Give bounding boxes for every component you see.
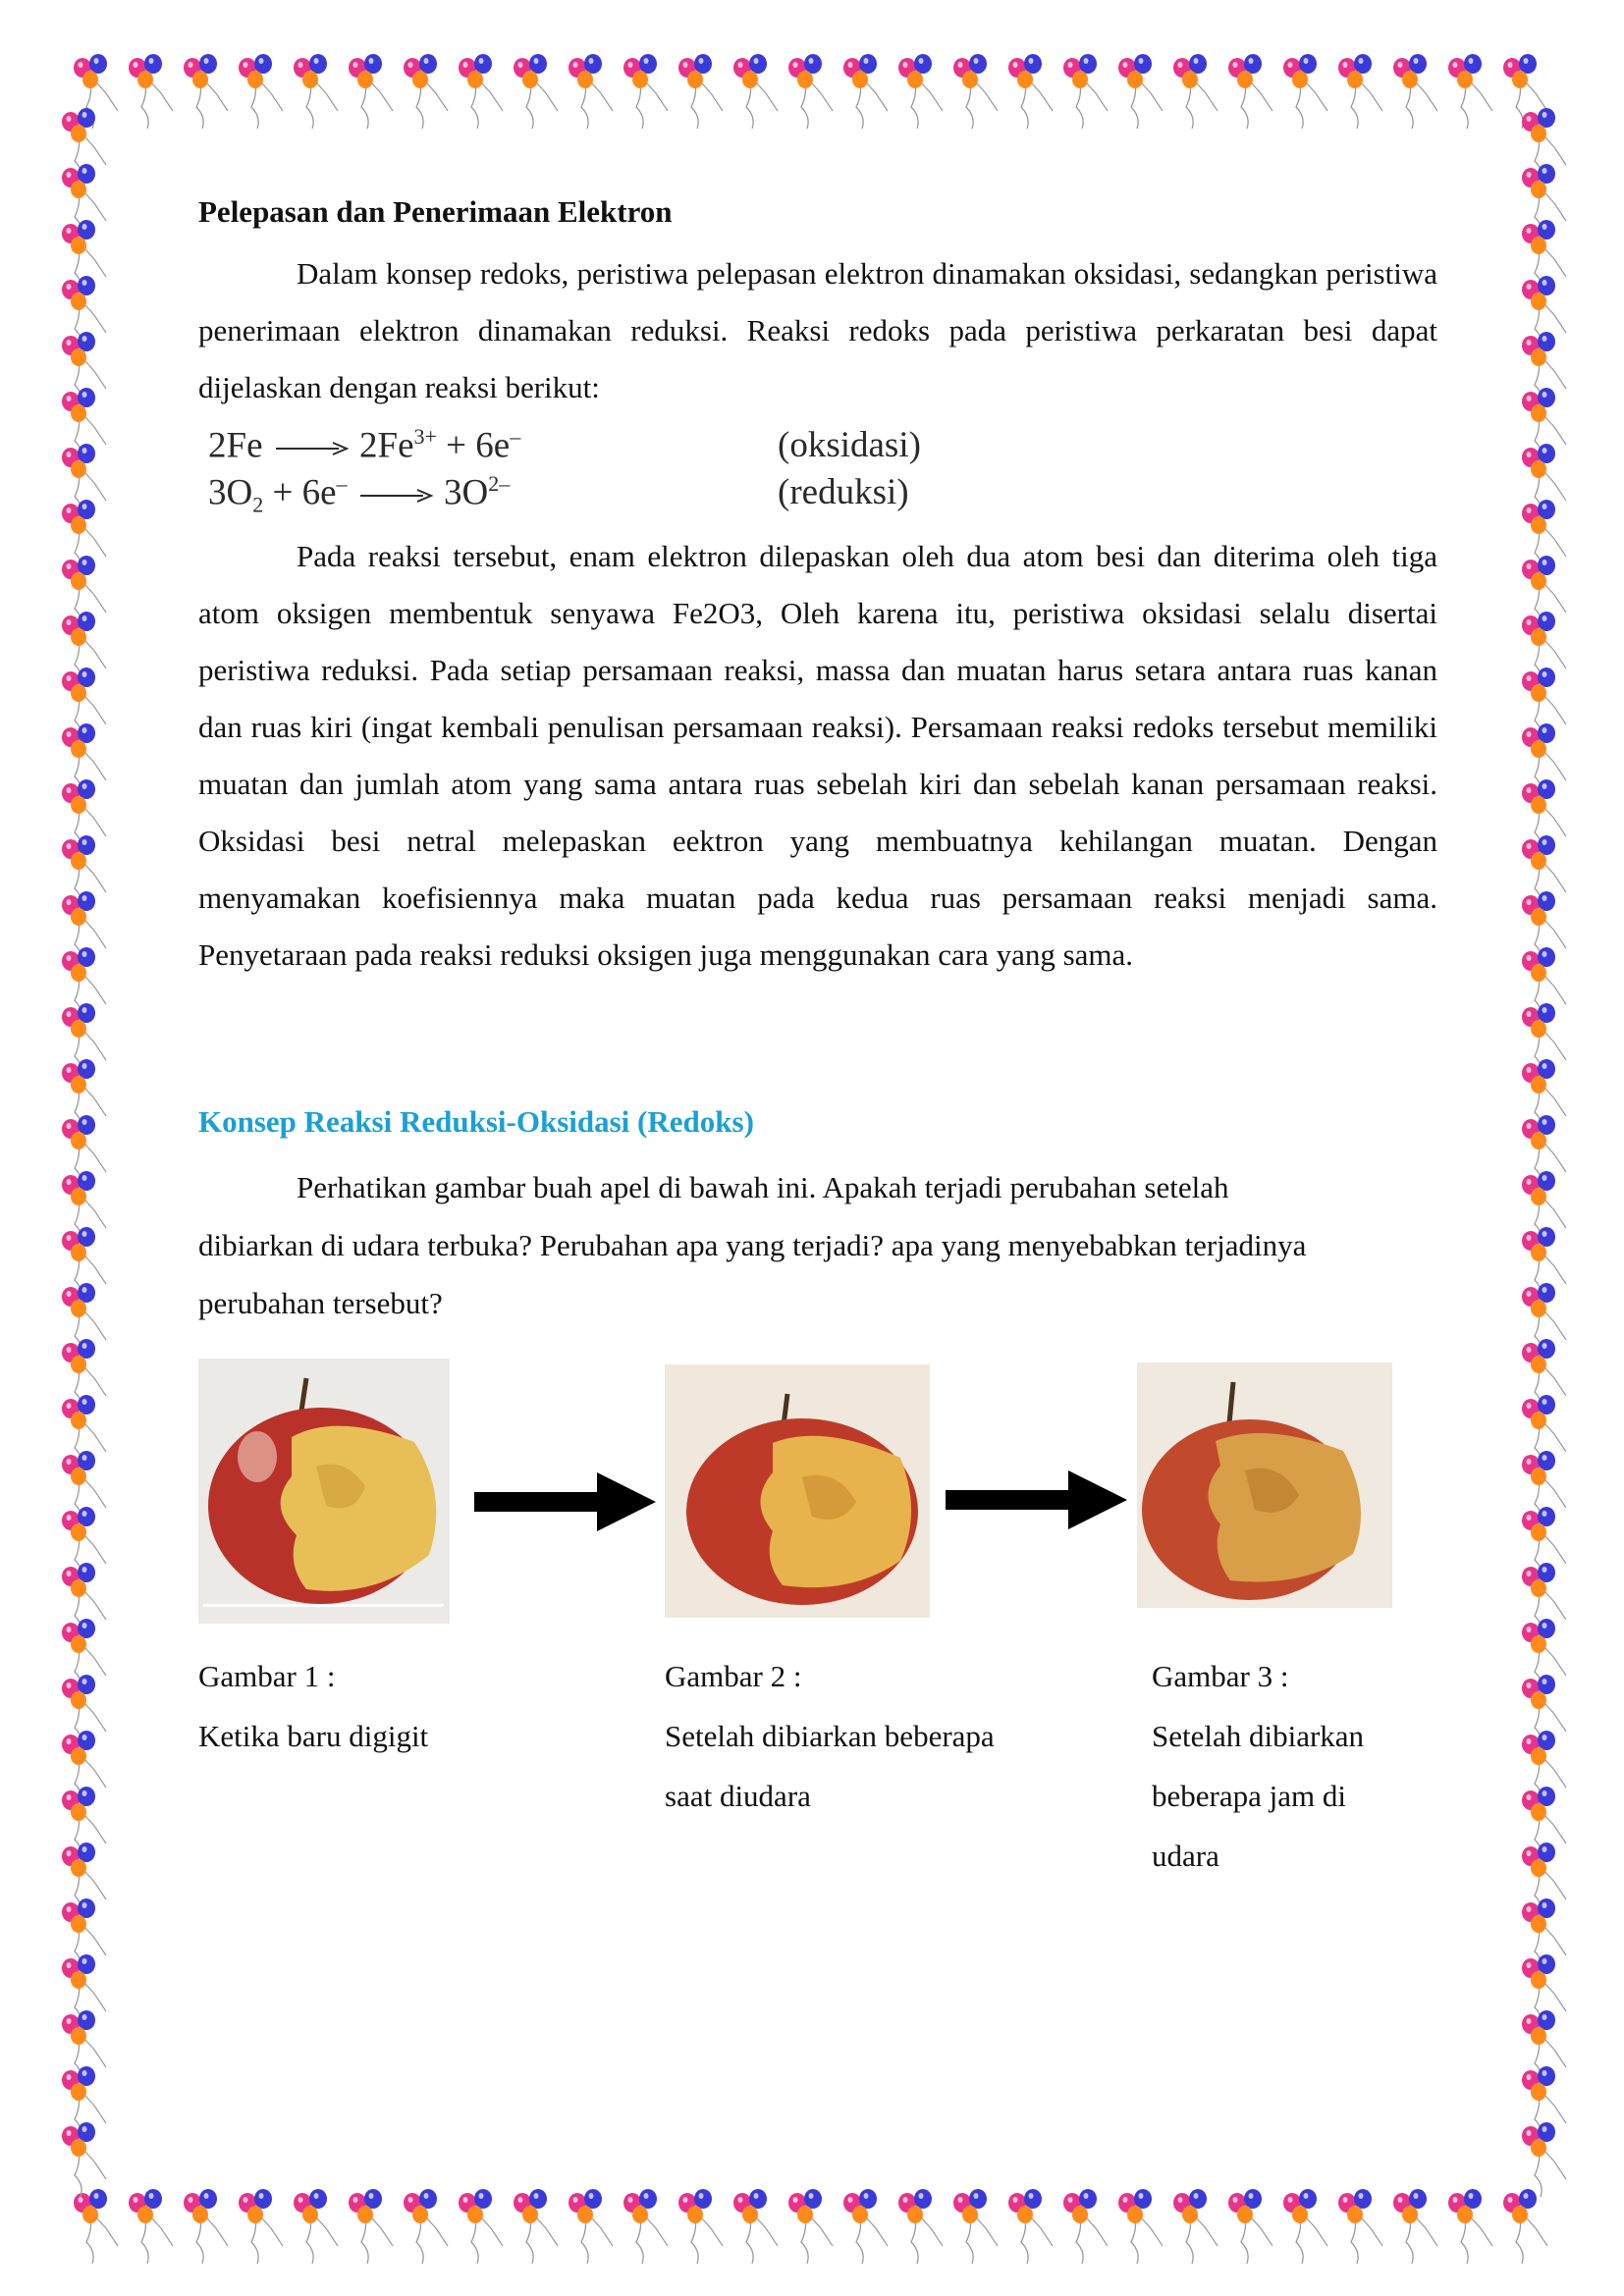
figure-desc-3-line-1: Setelah dibiarkan — [1152, 1719, 1365, 1753]
figure-caption-1: Gambar 1 : Ketika baru digigit — [198, 1646, 428, 1766]
eq2-product: 3O — [444, 472, 489, 513]
apple-photo-2 — [665, 1364, 930, 1618]
balloon-icon — [238, 53, 284, 130]
paragraph-explanation-text: Pada reaksi tersebut, enam elektron dile… — [198, 539, 1437, 972]
eq2-product-charge: 2– — [488, 471, 511, 496]
balloon-icon — [1337, 53, 1383, 130]
balloon-icon — [348, 53, 394, 130]
balloon-icon — [513, 2188, 559, 2265]
balloon-icon — [348, 2188, 394, 2265]
equation-oxidation-label: (oksidasi) — [778, 425, 921, 465]
balloon-icon — [1502, 2188, 1548, 2265]
balloon-icon — [458, 2188, 504, 2265]
balloon-icon — [73, 2188, 119, 2265]
balloon-icon — [1172, 2188, 1218, 2265]
balloon-icon — [623, 53, 669, 130]
figure-caption-2: Gambar 2 : Setelah dibiarkan beberapa sa… — [665, 1646, 995, 1826]
eq2-electrons: + 6e — [263, 472, 337, 513]
apple-photo-3 — [1137, 1362, 1392, 1608]
balloon-icon — [897, 53, 944, 130]
question-line-1: Perhatikan gambar buah apel di bawah ini… — [198, 1158, 1437, 1216]
balloon-icon — [1172, 53, 1218, 130]
figure-desc-2-line-1: Setelah dibiarkan beberapa — [665, 1719, 995, 1753]
balloon-icon — [1282, 2188, 1328, 2265]
equation-reduction: 3O2 + 6e– 3O2– — [208, 471, 510, 518]
balloon-icon — [732, 2188, 779, 2265]
balloon-icon — [293, 2188, 339, 2265]
section-heading: Pelepasan dan Penerimaan Elektron — [198, 194, 673, 229]
figure-title-1: Gambar 1 : — [198, 1659, 336, 1693]
paragraph-explanation: Pada reaksi tersebut, enam elektron dile… — [198, 528, 1437, 984]
balloon-icon — [677, 53, 724, 130]
figure-desc-3-line-3: udara — [1152, 1839, 1219, 1873]
balloon-icon — [787, 2188, 834, 2265]
balloon-icon — [403, 2188, 449, 2265]
balloon-icon — [842, 2188, 889, 2265]
eq1-product: 2Fe — [359, 425, 414, 466]
balloon-icon — [238, 2188, 284, 2265]
balloon-icon — [568, 2188, 614, 2265]
balloon-icon — [61, 2121, 107, 2198]
figure-desc-1-line-1: Ketika baru digigit — [198, 1719, 429, 1753]
balloon-icon — [1227, 2188, 1273, 2265]
balloon-icon — [458, 53, 504, 130]
paragraph-question: Perhatikan gambar buah apel di bawah ini… — [198, 1158, 1437, 1332]
eq2-electron-charge: – — [336, 471, 348, 496]
eq1-product-charge: 3+ — [413, 424, 437, 449]
arrow-icon — [474, 1472, 656, 1531]
eq1-electrons: + 6e — [436, 425, 511, 466]
equation-oxidation: 2Fe 2Fe3+ + 6e– — [208, 424, 520, 466]
balloon-icon — [568, 53, 614, 130]
balloon-icon — [952, 2188, 999, 2265]
eq1-electron-charge: – — [510, 424, 521, 449]
question-line-3: perubahan tersebut? — [198, 1286, 443, 1320]
balloon-icon — [1007, 53, 1054, 130]
paragraph-intro: Dalam konsep redoks, peristiwa pelepasan… — [198, 245, 1437, 416]
balloon-icon — [1392, 2188, 1438, 2265]
balloon-icon — [787, 53, 834, 130]
balloon-icon — [1117, 53, 1164, 130]
balloon-icon — [1062, 2188, 1109, 2265]
paragraph-intro-text: Dalam konsep redoks, peristiwa pelepasan… — [198, 256, 1437, 404]
balloon-icon — [1227, 53, 1273, 130]
balloon-icon — [1007, 2188, 1054, 2265]
balloon-icon — [1447, 53, 1493, 130]
figure-desc-3-line-2: beberapa jam di — [1152, 1779, 1346, 1813]
balloon-icon — [293, 53, 339, 130]
balloon-icon — [952, 53, 999, 130]
question-line-1-text: Perhatikan gambar buah apel di bawah ini… — [297, 1170, 1229, 1204]
balloon-icon — [1447, 2188, 1493, 2265]
equation-reduction-label: (reduksi) — [778, 472, 909, 512]
reaction-arrow-icon — [275, 441, 350, 455]
balloon-icon — [623, 2188, 669, 2265]
balloon-icon — [403, 53, 449, 130]
balloon-icon — [513, 53, 559, 130]
reaction-arrow-icon — [359, 488, 434, 503]
balloon-icon — [1282, 53, 1328, 130]
balloon-icon — [1392, 53, 1438, 130]
eq2-reactant-subscript: 2 — [252, 492, 264, 517]
balloon-icon — [897, 2188, 944, 2265]
balloon-icon — [1337, 2188, 1383, 2265]
question-line-2: dibiarkan di udara terbuka? Perubahan ap… — [198, 1228, 1307, 1262]
balloon-icon — [1117, 2188, 1164, 2265]
balloon-icon — [1521, 2121, 1567, 2198]
balloon-icon — [1062, 53, 1109, 130]
balloon-icon — [677, 2188, 724, 2265]
figure-title-2: Gambar 2 : — [665, 1659, 802, 1693]
apple-photo-1 — [198, 1359, 450, 1624]
balloon-icon — [732, 53, 779, 130]
eq1-reactant: 2Fe — [208, 425, 263, 466]
balloon-icon — [842, 53, 889, 130]
eq2-reactant: 3O — [208, 472, 253, 513]
balloon-icon — [128, 53, 174, 130]
balloon-icon — [183, 53, 229, 130]
balloon-icon — [128, 2188, 174, 2265]
arrow-icon — [946, 1470, 1127, 1529]
figure-desc-2-line-2: saat diudara — [665, 1779, 811, 1813]
figure-caption-3: Gambar 3 : Setelah dibiarkan beberapa ja… — [1152, 1646, 1364, 1886]
balloon-icon — [183, 2188, 229, 2265]
section-heading-redoks: Konsep Reaksi Reduksi-Oksidasi (Redoks) — [198, 1104, 754, 1139]
figure-title-3: Gambar 3 : — [1152, 1659, 1289, 1693]
